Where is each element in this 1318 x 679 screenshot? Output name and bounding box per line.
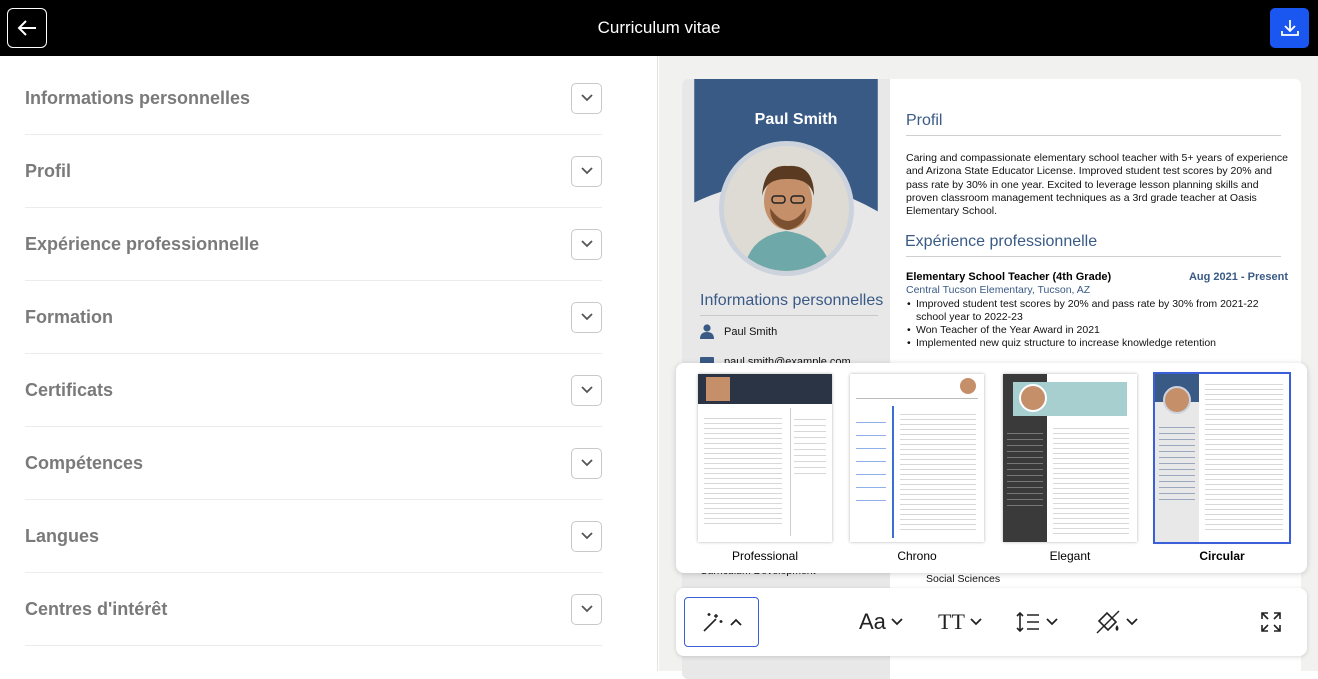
- expand-button[interactable]: [571, 374, 602, 406]
- download-button[interactable]: [1270, 8, 1309, 48]
- chevron-down-icon: [970, 618, 982, 626]
- chevron-down-icon: [580, 386, 593, 394]
- template-name: Circular: [1199, 549, 1245, 563]
- line-spacing-button[interactable]: [1015, 597, 1059, 647]
- template-chrono[interactable]: Chrono: [850, 374, 984, 563]
- fullscreen-icon: [1261, 612, 1281, 632]
- chevron-down-icon: [580, 167, 593, 175]
- section-interests[interactable]: Centres d'intérêt: [25, 573, 602, 646]
- template-name: Elegant: [1049, 549, 1091, 563]
- profile-photo: [719, 141, 854, 276]
- template-thumbnail: [1003, 374, 1137, 542]
- expand-button[interactable]: [571, 228, 602, 260]
- font-label: Aa: [859, 609, 886, 634]
- expand-button[interactable]: [571, 520, 602, 552]
- line-spacing-icon: [1016, 611, 1039, 633]
- chevron-down-icon: [1126, 618, 1138, 626]
- template-professional[interactable]: Professional: [698, 374, 832, 563]
- download-icon: [1280, 20, 1299, 36]
- section-label: Formation: [25, 306, 113, 327]
- job-bullet: Won Teacher of the Year Award in 2021: [907, 324, 1286, 337]
- sections-panel: Informations personnelles Profil Expérie…: [0, 56, 658, 671]
- section-experience[interactable]: Expérience professionnelle: [25, 208, 602, 281]
- font-size-label: TT: [938, 609, 965, 634]
- profile-heading: Profil: [906, 112, 943, 129]
- person-photo-icon: [724, 146, 849, 271]
- section-personal-info[interactable]: Informations personnelles: [25, 62, 602, 135]
- chevron-up-icon: [729, 618, 742, 626]
- template-name: Chrono: [897, 549, 937, 563]
- chevron-down-icon: [891, 618, 903, 626]
- color-button[interactable]: [1095, 597, 1139, 647]
- magic-wand-icon: [702, 613, 722, 632]
- job-date: Aug 2021 - Present: [1188, 271, 1288, 283]
- divider: [700, 315, 878, 316]
- template-thumbnail: [850, 374, 984, 542]
- divider: [906, 256, 1281, 257]
- expand-button[interactable]: [571, 82, 602, 114]
- course-peek: Social Sciences: [926, 573, 1001, 585]
- fullscreen-button[interactable]: [1260, 597, 1282, 647]
- font-family-button[interactable]: Aa: [859, 597, 904, 647]
- personal-name: Paul Smith: [724, 325, 778, 338]
- section-label: Langues: [25, 525, 100, 546]
- section-skills[interactable]: Compétences: [25, 427, 602, 500]
- expand-button[interactable]: [571, 301, 602, 333]
- arrow-left-icon: [17, 20, 36, 36]
- template-selector: Professional Chrono Elegant Circular: [676, 363, 1307, 573]
- section-languages[interactable]: Langues: [25, 500, 602, 573]
- section-label: Profil: [25, 160, 72, 181]
- paint-bucket-icon: [1096, 610, 1120, 634]
- style-toolbar: Aa TT: [676, 588, 1307, 656]
- template-elegant[interactable]: Elegant: [1003, 374, 1137, 563]
- preview-panel: Paul Smith Informations personnelles Pau…: [659, 56, 1318, 679]
- template-thumbnail: [698, 374, 832, 542]
- chevron-down-icon: [580, 605, 593, 613]
- job-bullet: Improved student test scores by 20% and …: [907, 298, 1286, 324]
- section-label: Expérience professionnelle: [25, 233, 260, 254]
- section-profile[interactable]: Profil: [25, 135, 602, 208]
- template-circular[interactable]: Circular: [1153, 372, 1291, 563]
- top-bar: Curriculum vitae: [0, 0, 1318, 56]
- chevron-down-icon: [580, 240, 593, 248]
- section-label: Centres d'intérêt: [25, 598, 168, 619]
- personal-info-heading: Informations personnelles: [700, 292, 884, 309]
- ai-style-button[interactable]: [684, 597, 759, 647]
- section-label: Certificats: [25, 379, 114, 400]
- profile-text: Caring and compassionate elementary scho…: [906, 152, 1289, 218]
- user-icon: [700, 324, 714, 339]
- chevron-down-icon: [580, 532, 593, 540]
- divider: [906, 135, 1281, 136]
- cv-name: Paul Smith: [754, 111, 838, 128]
- chevron-down-icon: [580, 94, 593, 102]
- job-bullet: Implemented new quiz structure to increa…: [907, 337, 1286, 350]
- section-certificates[interactable]: Certificats: [25, 354, 602, 427]
- expand-button[interactable]: [571, 155, 602, 187]
- section-label: Compétences: [25, 452, 144, 473]
- expand-button[interactable]: [571, 593, 602, 625]
- back-button[interactable]: [7, 8, 47, 48]
- personal-name-row: Paul Smith: [700, 324, 777, 339]
- template-thumbnail: [1153, 372, 1291, 544]
- chevron-down-icon: [1046, 618, 1058, 626]
- font-size-button[interactable]: TT: [938, 597, 983, 647]
- section-education[interactable]: Formation: [25, 281, 602, 354]
- job-company: Central Tucson Elementary, Tucson, AZ: [906, 284, 1091, 296]
- template-name: Professional: [731, 549, 799, 563]
- page-title: Curriculum vitae: [597, 18, 721, 37]
- chevron-down-icon: [580, 313, 593, 321]
- section-label: Informations personnelles: [25, 87, 251, 108]
- experience-heading: Expérience professionnelle: [905, 233, 1098, 250]
- chevron-down-icon: [580, 459, 593, 467]
- expand-button[interactable]: [571, 447, 602, 479]
